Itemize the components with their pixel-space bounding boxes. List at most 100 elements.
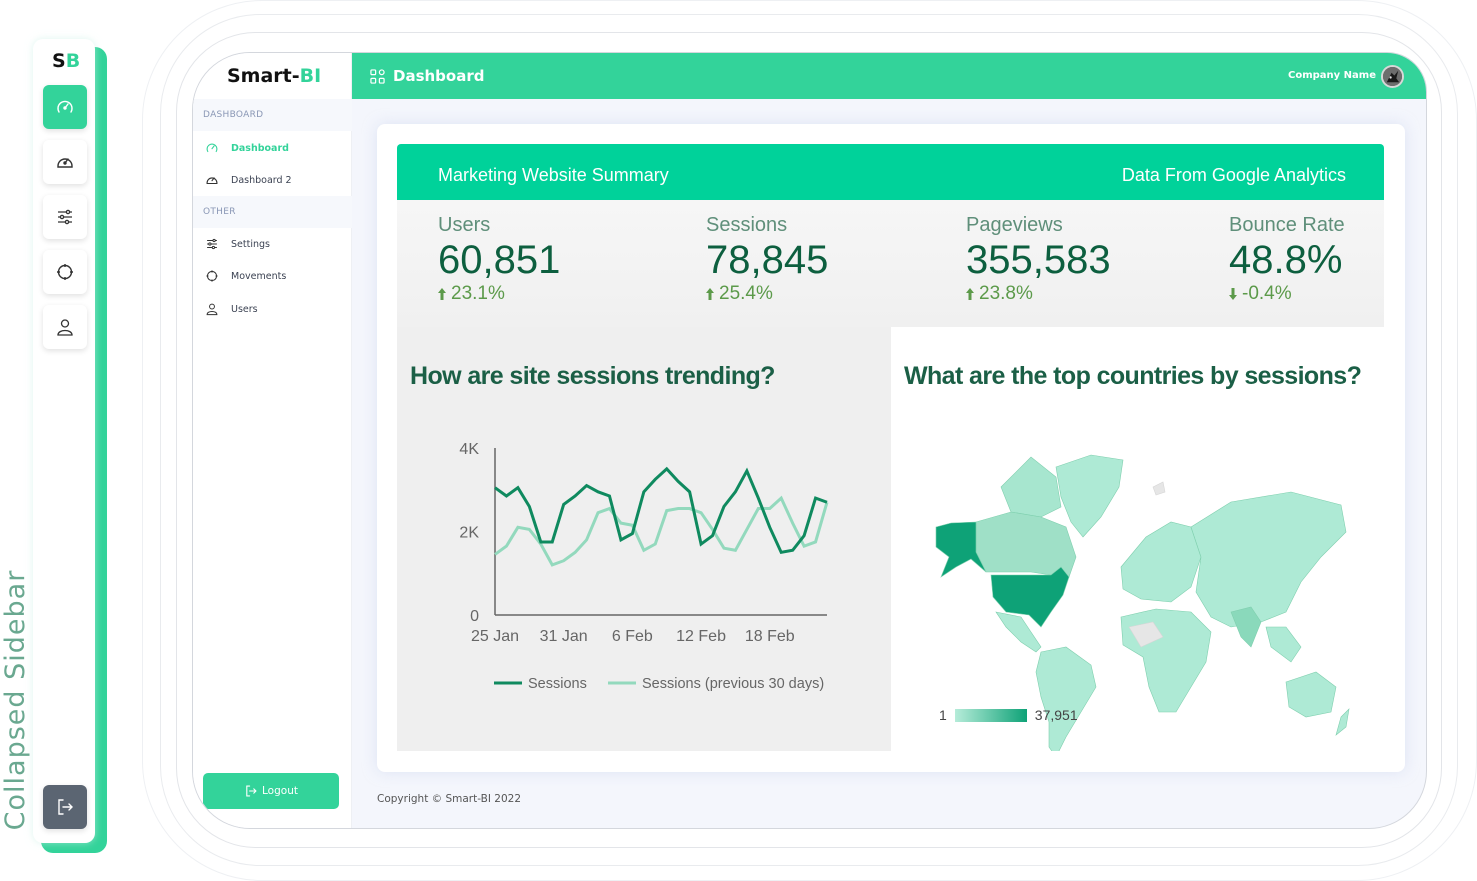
brand-accent: BI xyxy=(299,65,322,87)
map-legend: 1 37,951 xyxy=(939,707,1078,723)
footer-copyright: Copyright © Smart-BI 2022 xyxy=(377,793,522,805)
map-legend-min-label: 1 xyxy=(939,707,947,723)
map-region-africa[interactable] xyxy=(1120,608,1212,713)
legend-item[interactable]: Sessions (previous 30 days) xyxy=(608,676,824,692)
page-title: Dashboard xyxy=(393,67,485,85)
sidebar-item-dashboard-2[interactable]: Dashboard 2 xyxy=(205,170,292,190)
avatar[interactable] xyxy=(1381,65,1404,88)
user-icon xyxy=(57,319,73,336)
report-source: Data From Google Analytics xyxy=(1121,165,1346,185)
company-name[interactable]: Company Name xyxy=(1288,70,1376,81)
arrow-up-icon xyxy=(706,288,714,300)
sidebar-item-settings[interactable]: Settings xyxy=(205,234,270,254)
kpi-label: Bounce Rate xyxy=(1229,214,1345,236)
dashboard-gauge-icon xyxy=(206,177,218,185)
logo-letter-b: B xyxy=(65,50,81,72)
sidebar-item-label: Settings xyxy=(231,238,270,250)
kpi-change-value: 25.4% xyxy=(719,283,773,304)
report-banner: Marketing Website Summary Data From Goog… xyxy=(397,144,1384,200)
kpi-bounce-rate: Bounce Rate 48.8% -0.4% xyxy=(1229,214,1345,305)
x-tick-label: 25 Jan xyxy=(471,628,519,645)
sidebar-item-users[interactable]: Users xyxy=(205,299,258,319)
arrow-up-icon xyxy=(966,288,974,300)
section-heading-other: OTHER xyxy=(193,196,352,228)
speedometer-icon xyxy=(57,100,73,113)
sidebar-item-label: Dashboard 2 xyxy=(231,174,292,186)
map-region-greenland[interactable] xyxy=(1055,454,1124,538)
y-tick-label: 0 xyxy=(470,608,479,625)
kpi-change-value: -0.4% xyxy=(1242,283,1292,304)
map-region-south-america[interactable] xyxy=(1035,646,1097,751)
brand-logo[interactable]: Smart-BI xyxy=(227,65,321,87)
sidebar-item-label: Movements xyxy=(231,270,287,282)
app-window: Smart-BI DASHBOARD Dashboard Dashboard 2… xyxy=(192,52,1427,829)
dashboard-gauge-icon xyxy=(57,158,73,168)
map-region-new-zealand[interactable] xyxy=(1335,708,1350,736)
top-bar: Dashboard Company Name xyxy=(352,53,1426,99)
map-region-australia[interactable] xyxy=(1285,671,1337,718)
kpi-pageviews: Pageviews 355,583 23.8% xyxy=(966,214,1111,305)
y-tick-label: 4K xyxy=(459,441,479,458)
logo-letter-s: S xyxy=(52,50,66,72)
logout-icon xyxy=(58,799,73,815)
sidebar-item-movements[interactable]: Movements xyxy=(205,266,286,286)
kpi-change-value: 23.1% xyxy=(451,283,505,304)
user-icon xyxy=(206,303,218,316)
legend-item[interactable]: Sessions xyxy=(494,676,587,692)
y-tick-label: 2K xyxy=(459,525,479,542)
collapsed-nav-users[interactable] xyxy=(43,305,87,349)
kpi-sessions: Sessions 78,845 25.4% xyxy=(706,214,828,305)
map-legend-gradient xyxy=(954,708,1027,722)
logout-button[interactable]: Logout xyxy=(203,773,339,809)
arrow-up-icon xyxy=(438,288,446,300)
collapsed-sidebar-caption: Collapsed Sidebar xyxy=(0,569,31,831)
x-tick-label: 18 Feb xyxy=(745,628,795,645)
arrow-down-icon xyxy=(1229,288,1237,300)
kpi-value: 78,845 xyxy=(706,238,829,282)
kpi-label: Sessions xyxy=(706,214,788,236)
crosshair-icon xyxy=(57,264,73,280)
map-legend-max-label: 37,951 xyxy=(1034,707,1078,723)
kpi-change-value: 23.8% xyxy=(979,283,1033,304)
brand-main: Smart- xyxy=(227,65,300,87)
kpi-change: 23.8% xyxy=(966,283,1111,305)
x-tick-label: 12 Feb xyxy=(676,628,726,645)
map-region-svalbard-no-data xyxy=(1152,481,1166,496)
world-map[interactable] xyxy=(891,327,1384,751)
kpi-value: 355,583 xyxy=(966,238,1111,282)
collapsed-nav-dashboard[interactable] xyxy=(43,85,87,129)
kpi-label: Users xyxy=(438,214,491,236)
logout-icon xyxy=(246,785,257,797)
map-region-europe[interactable] xyxy=(1120,521,1202,603)
report-card: Marketing Website Summary Data From Goog… xyxy=(377,124,1405,772)
series-line-sessions[interactable] xyxy=(494,466,828,555)
kpi-value: 60,851 xyxy=(438,238,561,282)
map-region-canada-islands[interactable] xyxy=(1000,456,1062,518)
sessions-trend-panel: How are site sessions trending? 0 2K 4K 25… xyxy=(397,327,891,751)
countries-map-panel: What are the top countries by sessions? xyxy=(891,327,1384,751)
map-region-asia[interactable] xyxy=(1190,491,1347,628)
speedometer-icon xyxy=(206,143,218,153)
legend-label: Sessions xyxy=(528,676,587,692)
sidebar-item-dashboard[interactable]: Dashboard xyxy=(205,138,289,158)
collapsed-logout-button[interactable] xyxy=(43,785,87,829)
section-heading-dashboard: DASHBOARD xyxy=(193,99,352,131)
collapsed-nav-dashboard-2[interactable] xyxy=(43,140,87,184)
sidebar-item-label: Dashboard xyxy=(231,142,289,154)
series-line-sessions-previous[interactable] xyxy=(494,495,829,567)
kpi-row: Users 60,851 23.1% Sessions 78,845 25.4%… xyxy=(397,200,1384,327)
report-title: Marketing Website Summary xyxy=(438,165,669,185)
avatar-image-icon xyxy=(1383,67,1402,86)
collapsed-nav-settings[interactable] xyxy=(43,195,87,239)
collapsed-nav-movements[interactable] xyxy=(43,250,87,294)
x-tick-label: 31 Jan xyxy=(540,628,588,645)
x-tick-label: 6 Feb xyxy=(612,628,653,645)
kpi-label: Pageviews xyxy=(966,214,1063,236)
kpi-change: -0.4% xyxy=(1229,283,1345,305)
collapsed-sidebar-logo[interactable]: SB xyxy=(52,50,80,72)
sessions-line-chart: 0 2K 4K 25 Jan 31 Jan 6 Feb 12 Feb 18 Feb Sess… xyxy=(459,441,829,692)
sidebar: Smart-BI DASHBOARD Dashboard Dashboard 2… xyxy=(193,53,352,828)
sliders-icon xyxy=(58,209,72,225)
map-region-southeast-asia[interactable] xyxy=(1265,626,1302,663)
kpi-change: 23.1% xyxy=(438,283,560,305)
